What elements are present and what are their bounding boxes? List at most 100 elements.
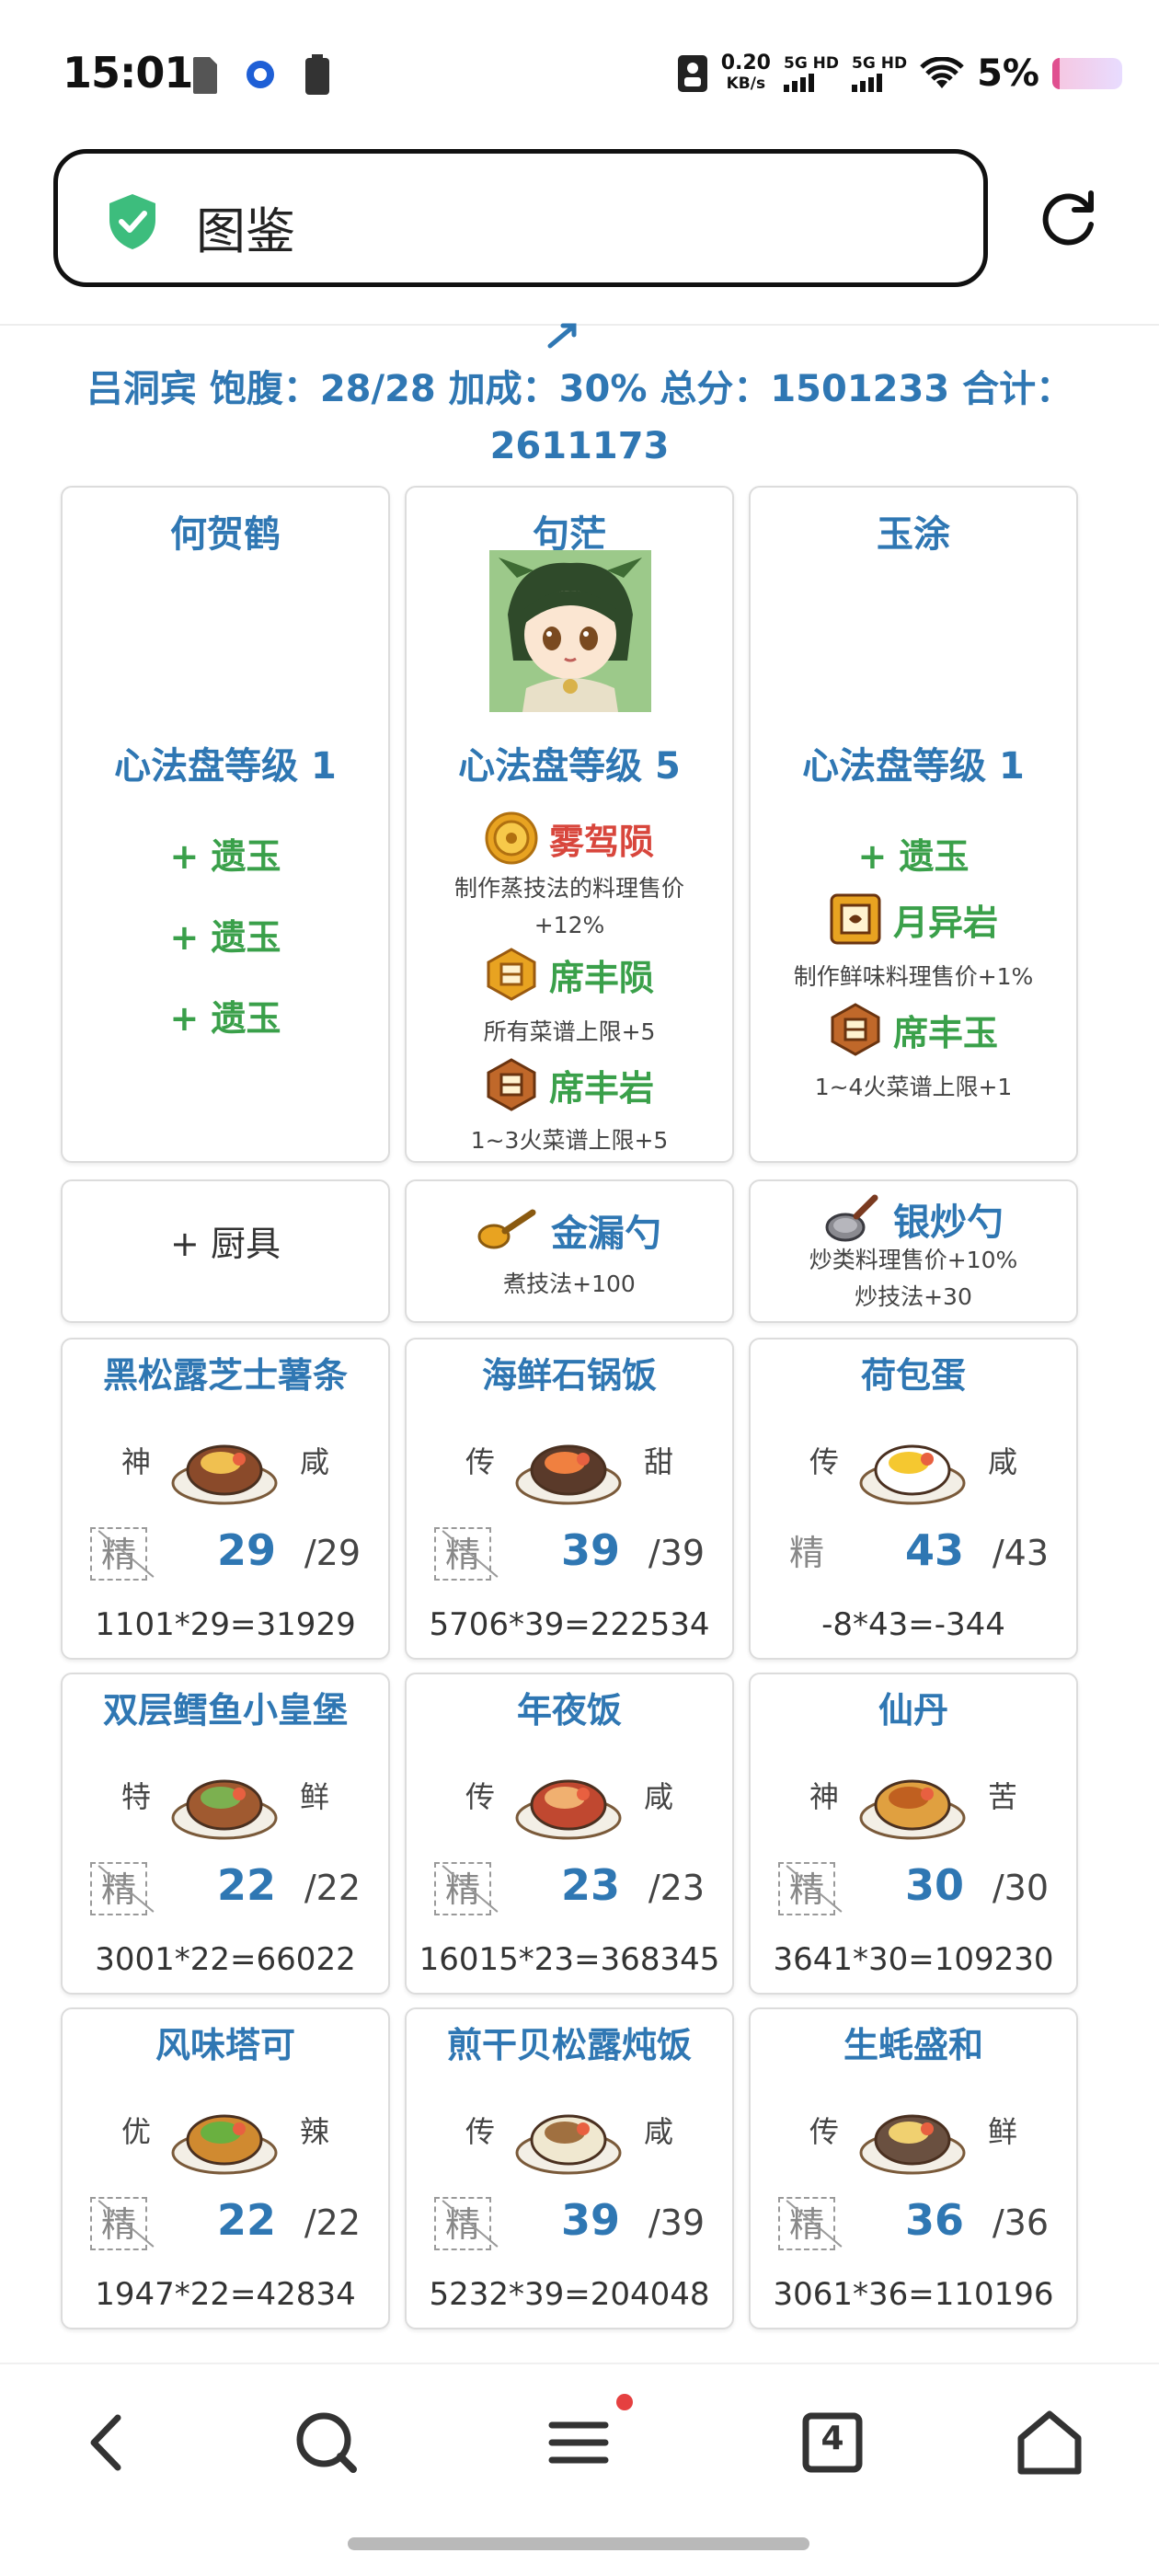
add-equipment-card[interactable]: + 厨具: [61, 1179, 390, 1323]
recipe-name: 煎干贝松露炖饭: [446, 2025, 692, 2065]
relic-desc: 制作蒸技法的料理售价: [453, 875, 684, 902]
equipment-card[interactable]: 金漏勺 煮技法+100: [405, 1179, 734, 1323]
back-icon[interactable]: [66, 2401, 149, 2484]
equipment-desc: 煮技法+100: [503, 1271, 636, 1297]
reload-icon[interactable]: [1034, 184, 1102, 252]
recipe-flavor: 甜: [643, 1444, 673, 1479]
refine-badge[interactable]: 精: [778, 1527, 835, 1581]
recipe-quantity[interactable]: 36: [879, 2195, 990, 2245]
relic-skill[interactable]: 月异岩: [751, 892, 1076, 946]
recipe-name: 风味塔可: [155, 2025, 295, 2065]
recipe-card[interactable]: 双层鳕鱼小皇堡特 鲜精 22/22 3001*22=66022: [61, 1673, 390, 1995]
wifi-icon: [920, 57, 964, 88]
dish-icon: [171, 1444, 278, 1505]
add-relic-slot[interactable]: + 遗玉: [63, 828, 388, 879]
chef-name: 玉涂: [877, 513, 950, 556]
recipe-card[interactable]: 黑松露芝士薯条神 咸精 29/29 1101*29=31929: [61, 1338, 390, 1660]
battery-icon: [1052, 58, 1122, 89]
add-equipment-button[interactable]: + 厨具: [63, 1225, 388, 1262]
dish-icon: [171, 2114, 278, 2175]
relic-skill[interactable]: 席丰陨: [407, 948, 732, 1001]
gold-coin-relic-icon: [485, 811, 538, 865]
recipe-rarity: 传: [465, 1779, 496, 1814]
address-bar[interactable]: 图鉴: [53, 149, 988, 287]
signal-bars-icon: [783, 72, 814, 92]
tab-count: 4: [820, 2420, 844, 2457]
relic-skill[interactable]: 雾驾陨: [407, 811, 732, 865]
recipe-name: 双层鳕鱼小皇堡: [102, 1690, 348, 1731]
relic-skill[interactable]: 席丰玉: [751, 1003, 1076, 1056]
relic-desc: +12%: [534, 912, 605, 938]
nav-divider: [0, 2363, 1159, 2364]
relic-desc: 1~3火菜谱上限+5: [470, 1127, 669, 1154]
sim-card-icon: [193, 57, 217, 94]
status-right: 0.20 KB/s 5G HD 5G HD 5%: [677, 46, 1122, 101]
recipe-card[interactable]: 年夜饭传 咸精 23/23 16015*23=368345: [405, 1673, 734, 1995]
recipe-max: /39: [648, 2202, 705, 2243]
recipe-card[interactable]: 风味塔可优 辣精 22/22 1947*22=42834: [61, 2007, 390, 2329]
relic-skill[interactable]: 席丰岩: [407, 1058, 732, 1111]
refine-badge[interactable]: 精: [778, 2197, 835, 2250]
recipe-rarity: 传: [809, 1444, 840, 1479]
recipe-name: 荷包蛋: [860, 1355, 966, 1396]
screen-record-icon: [677, 55, 707, 92]
recipe-rarity: 神: [809, 1779, 840, 1814]
chef-card-3[interactable]: 玉涂 心法盘等级 1 + 遗玉 月异岩 制作鲜味料理售价+1% 席丰玉 1~4火…: [749, 486, 1078, 1163]
equipment-desc: 炒技法+30: [855, 1283, 972, 1310]
refine-badge[interactable]: 精: [90, 1862, 147, 1915]
heart-disc-level[interactable]: 心法盘等级 5: [407, 736, 732, 789]
recipe-quantity[interactable]: 22: [191, 1860, 302, 1910]
pin-arrow-icon: [547, 323, 577, 349]
add-relic-slot[interactable]: + 遗玉: [751, 828, 1076, 879]
recipe-quantity[interactable]: 30: [879, 1860, 990, 1910]
recipe-flavor: 咸: [643, 2114, 673, 2149]
recipe-card[interactable]: 仙丹神 苦精 30/30 3641*30=109230: [749, 1673, 1078, 1995]
chef-card-1[interactable]: 何贺鹤 心法盘等级 1 + 遗玉 + 遗玉 + 遗玉: [61, 486, 390, 1163]
recipe-score-formula: 1947*22=42834: [95, 2276, 356, 2313]
silver-wok-spoon-icon: [825, 1194, 878, 1242]
refine-badge[interactable]: 精: [434, 1527, 491, 1581]
recipe-name: 仙丹: [878, 1690, 948, 1731]
recipe-max: /22: [304, 2202, 361, 2243]
signal-sim1: 5G HD: [783, 55, 839, 92]
tabs-button[interactable]: 4: [791, 2401, 874, 2484]
refine-badge[interactable]: 精: [434, 1862, 491, 1915]
home-icon[interactable]: [1008, 2401, 1091, 2484]
battery-saver-icon: [305, 54, 329, 95]
refine-badge[interactable]: 精: [778, 1862, 835, 1915]
recipe-quantity[interactable]: 29: [191, 1525, 302, 1575]
recipe-max: /23: [648, 1868, 705, 1908]
recipe-card[interactable]: 海鲜石锅饭传 甜精 39/39 5706*39=222534: [405, 1338, 734, 1660]
menu-icon[interactable]: [537, 2401, 620, 2484]
recipe-quantity[interactable]: 39: [535, 2195, 646, 2245]
chef-avatar: [489, 550, 651, 712]
relic-name: 月异岩: [892, 902, 998, 943]
signal-sim2: 5G HD: [852, 55, 907, 92]
home-indicator[interactable]: [348, 2537, 809, 2550]
hexagon-relic-icon: [487, 948, 536, 1001]
refine-badge[interactable]: 精: [90, 1527, 147, 1581]
recipe-quantity[interactable]: 22: [191, 2195, 302, 2245]
recipe-name: 海鲜石锅饭: [481, 1355, 657, 1396]
heart-disc-level[interactable]: 心法盘等级 1: [751, 736, 1076, 789]
search-icon[interactable]: [285, 2401, 368, 2484]
recipe-card[interactable]: 煎干贝松露炖饭传 咸精 39/39 5232*39=204048: [405, 2007, 734, 2329]
recipe-max: /36: [992, 2202, 1049, 2243]
recipe-card[interactable]: 生蚝盛和传 鲜精 36/36 3061*36=110196: [749, 2007, 1078, 2329]
equipment-card[interactable]: 银炒勺 炒类料理售价+10% 炒技法+30: [749, 1179, 1078, 1323]
shield-check-icon: [109, 194, 155, 249]
refine-badge[interactable]: 精: [90, 2197, 147, 2250]
heart-disc-level[interactable]: 心法盘等级 1: [63, 736, 388, 789]
recipe-rarity: 传: [465, 2114, 496, 2149]
recipe-quantity[interactable]: 23: [535, 1860, 646, 1910]
recipe-quantity[interactable]: 39: [535, 1525, 646, 1575]
add-relic-slot[interactable]: + 遗玉: [63, 990, 388, 1041]
equipment-name: 银炒勺: [893, 1202, 1004, 1244]
dish-icon: [171, 1779, 278, 1840]
equipment-title: 金漏勺: [407, 1203, 732, 1257]
refine-badge[interactable]: 精: [434, 2197, 491, 2250]
add-relic-slot[interactable]: + 遗玉: [63, 909, 388, 960]
recipe-quantity[interactable]: 43: [879, 1525, 990, 1575]
recipe-card[interactable]: 荷包蛋传 咸精 43/43 -8*43=-344: [749, 1338, 1078, 1660]
chef-card-2[interactable]: 句茫 心法盘等级 5 雾驾陨 制作蒸技法的料理售价 +12% 席丰陨 所有菜谱上…: [405, 486, 734, 1163]
